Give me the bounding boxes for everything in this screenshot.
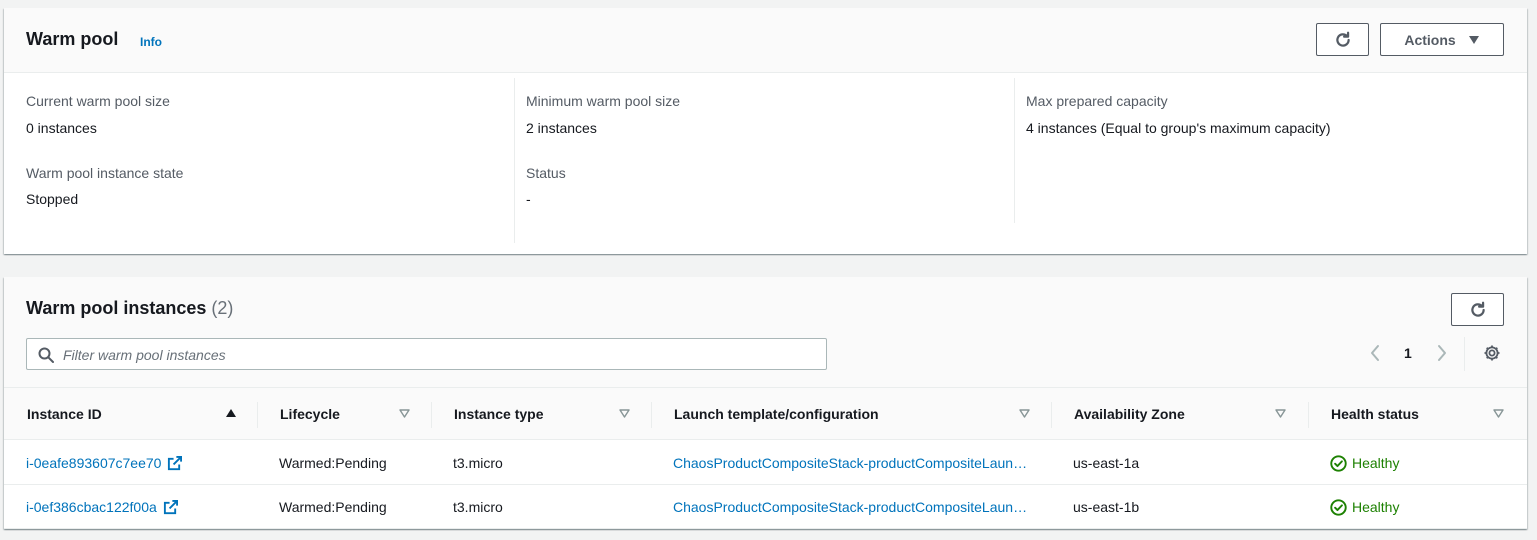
chevron-left-icon[interactable] bbox=[1369, 344, 1381, 362]
caret-down-icon bbox=[1468, 35, 1479, 44]
status-value: - bbox=[526, 191, 531, 207]
search-icon bbox=[38, 347, 54, 363]
max-prepared-capacity-label: Max prepared capacity bbox=[1026, 93, 1168, 109]
instance-state-label: Warm pool instance state bbox=[26, 165, 184, 181]
health-status-text: Healthy bbox=[1352, 499, 1400, 515]
instances-count: (2) bbox=[211, 298, 234, 318]
column-divider bbox=[514, 78, 515, 243]
instance-id-cell: i-0ef386cbac122f00a bbox=[26, 485, 178, 529]
details-column-2: Minimum warm pool size 2 instances Statu… bbox=[526, 78, 1026, 248]
lifecycle-cell: Warmed:Pending bbox=[279, 499, 387, 515]
column-divider bbox=[257, 402, 258, 428]
instances-title: Warm pool instances (2) bbox=[26, 298, 233, 319]
chevron-right-icon[interactable] bbox=[1436, 344, 1448, 362]
sort-icon[interactable] bbox=[1493, 409, 1504, 418]
instance-type-cell: t3.micro bbox=[453, 499, 503, 515]
instance-id-link[interactable]: i-0ef386cbac122f00a bbox=[26, 499, 157, 515]
column-label: Health status bbox=[1331, 406, 1419, 422]
warm-pool-panel: Warm pool Info Actions Current warm pool… bbox=[4, 8, 1527, 254]
availability-zone-cell: us-east-1b bbox=[1073, 499, 1140, 515]
instance-type-cell: t3.micro bbox=[453, 455, 503, 471]
column-label: Instance type bbox=[454, 406, 544, 422]
column-header-launch-template[interactable]: Launch template/configuration bbox=[674, 388, 1004, 440]
instances-header: Warm pool instances (2) 1 bbox=[4, 277, 1527, 388]
column-label: Availability Zone bbox=[1074, 406, 1185, 422]
instance-id-cell: i-0eafe893607c7ee70 bbox=[26, 441, 183, 485]
current-size-value: 0 instances bbox=[26, 120, 97, 136]
availability-zone-cell: us-east-1a bbox=[1073, 455, 1140, 471]
details-column-3: Max prepared capacity 4 instances (Equal… bbox=[1026, 78, 1526, 248]
table-row: i-0eafe893607c7ee70 Warmed:Pending t3.mi… bbox=[4, 441, 1527, 485]
health-status-text: Healthy bbox=[1352, 455, 1400, 471]
column-divider bbox=[1051, 402, 1052, 428]
external-link-icon[interactable] bbox=[167, 455, 183, 471]
instances-refresh-button[interactable] bbox=[1451, 293, 1504, 326]
info-link[interactable]: Info bbox=[140, 35, 162, 49]
details-column-1: Current warm pool size 0 instances Warm … bbox=[26, 78, 526, 248]
warm-pool-instances-panel: Warm pool instances (2) 1 bbox=[4, 277, 1527, 529]
sort-icon[interactable] bbox=[1019, 409, 1030, 418]
instance-id-link[interactable]: i-0eafe893607c7ee70 bbox=[26, 455, 161, 471]
refresh-icon bbox=[1335, 31, 1350, 47]
column-header-instance-type[interactable]: Instance type bbox=[454, 388, 614, 440]
pager-divider bbox=[1464, 337, 1465, 371]
health-status-cell: Healthy bbox=[1330, 485, 1399, 529]
lifecycle-cell: Warmed:Pending bbox=[279, 455, 387, 471]
minimum-size-value: 2 instances bbox=[526, 120, 597, 136]
page-number[interactable]: 1 bbox=[1404, 345, 1412, 361]
refresh-icon bbox=[1470, 301, 1485, 317]
refresh-button[interactable] bbox=[1316, 23, 1369, 56]
column-divider bbox=[431, 402, 432, 428]
launch-template-link[interactable]: ChaosProductCompositeStack-productCompos… bbox=[673, 441, 1028, 485]
column-header-lifecycle[interactable]: Lifecycle bbox=[280, 388, 410, 440]
column-divider bbox=[1308, 402, 1309, 428]
actions-label: Actions bbox=[1404, 31, 1456, 48]
status-positive-icon bbox=[1330, 454, 1347, 472]
filter-input[interactable] bbox=[63, 345, 803, 365]
sort-ascending-icon[interactable] bbox=[225, 408, 237, 418]
max-prepared-capacity-value: 4 instances (Equal to group's maximum ca… bbox=[1026, 120, 1331, 136]
status-label: Status bbox=[526, 165, 566, 181]
current-size-label: Current warm pool size bbox=[26, 93, 170, 109]
launch-template-cell: ChaosProductCompositeStack-productCompos… bbox=[673, 485, 1028, 529]
gear-icon[interactable] bbox=[1483, 344, 1501, 362]
sort-icon[interactable] bbox=[399, 409, 410, 418]
sort-icon[interactable] bbox=[619, 409, 630, 418]
column-header-health-status[interactable]: Health status bbox=[1331, 388, 1491, 440]
filter-container bbox=[26, 338, 827, 370]
table-header: Instance ID Lifecycle Instance type Laun… bbox=[4, 388, 1527, 440]
instance-state-value: Stopped bbox=[26, 191, 79, 207]
column-label: Instance ID bbox=[27, 406, 102, 422]
column-label: Launch template/configuration bbox=[674, 406, 879, 422]
status-positive-icon bbox=[1330, 498, 1347, 516]
warm-pool-title: Warm pool bbox=[26, 29, 119, 49]
status-badge: Healthy bbox=[1330, 454, 1400, 472]
column-header-instance-id[interactable]: Instance ID bbox=[27, 388, 247, 440]
external-link-icon[interactable] bbox=[163, 499, 178, 515]
launch-template-cell: ChaosProductCompositeStack-productCompos… bbox=[673, 441, 1028, 485]
column-divider bbox=[1014, 78, 1015, 223]
warm-pool-header: Warm pool Info Actions bbox=[4, 8, 1527, 73]
instances-title-text: Warm pool instances bbox=[26, 298, 207, 318]
status-badge: Healthy bbox=[1330, 498, 1400, 516]
table-row: i-0ef386cbac122f00a Warmed:Pending t3.mi… bbox=[4, 485, 1527, 529]
launch-template-link[interactable]: ChaosProductCompositeStack-productCompos… bbox=[673, 485, 1028, 529]
minimum-size-label: Minimum warm pool size bbox=[526, 93, 681, 109]
column-divider bbox=[651, 402, 652, 428]
column-header-availability-zone[interactable]: Availability Zone bbox=[1074, 388, 1264, 440]
health-status-cell: Healthy bbox=[1330, 441, 1399, 485]
actions-button[interactable]: Actions bbox=[1380, 23, 1504, 56]
column-label: Lifecycle bbox=[280, 406, 340, 422]
sort-icon[interactable] bbox=[1275, 409, 1286, 418]
